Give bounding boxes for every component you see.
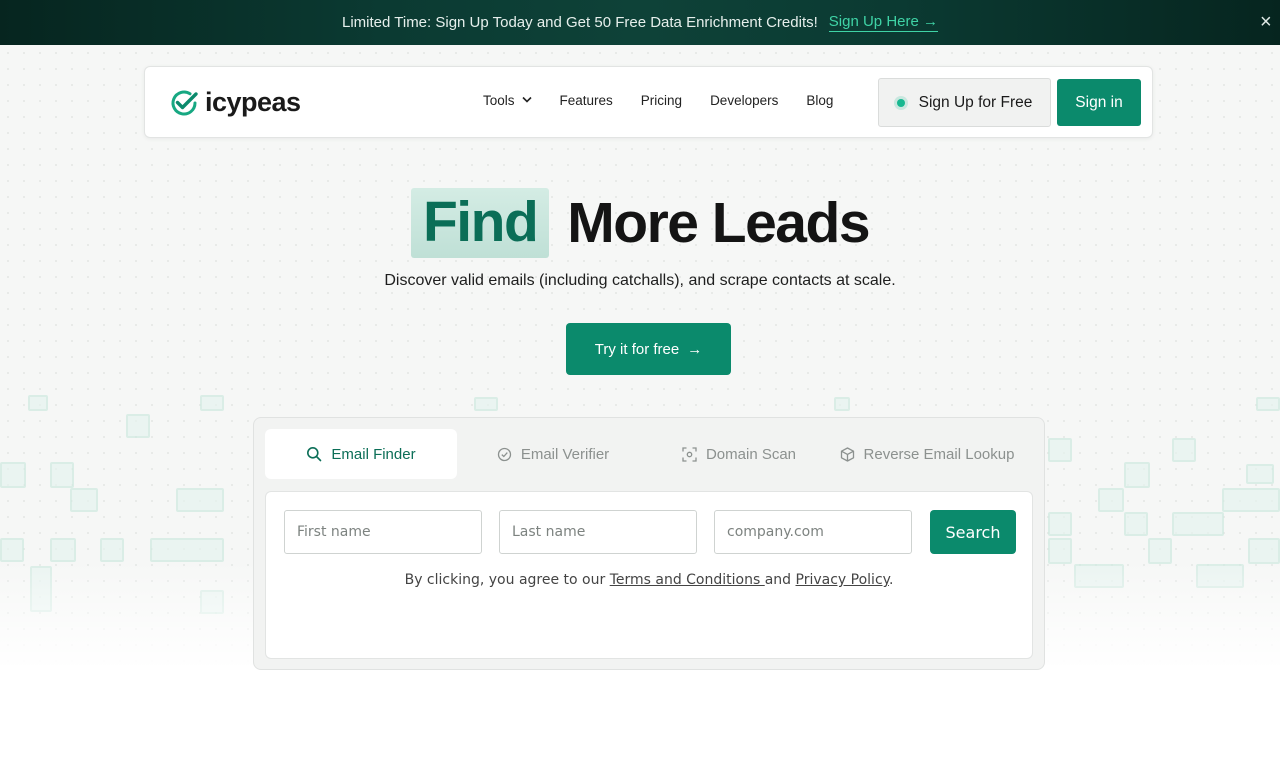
- nav-pricing[interactable]: Pricing: [641, 93, 682, 108]
- announcement-signup-link[interactable]: Sign Up Here →: [828, 13, 938, 32]
- tab-email-verifier[interactable]: Email Verifier: [457, 429, 649, 479]
- scan-icon: [682, 446, 697, 462]
- email-finder-panel: Search By clicking, you agree to our Ter…: [265, 491, 1033, 659]
- tab-email-verifier-label: Email Verifier: [520, 445, 610, 463]
- search-icon: [306, 446, 322, 462]
- terms-link[interactable]: Terms and Conditions: [610, 572, 765, 588]
- tab-domain-scan[interactable]: Domain Scan: [649, 429, 829, 479]
- terms-middle: and: [764, 572, 796, 588]
- privacy-policy-link[interactable]: Privacy Policy: [796, 572, 889, 588]
- terms-suffix: .: [888, 572, 894, 588]
- tool-tabs: Email Finder Email Verifier Domain Scan …: [265, 429, 1025, 479]
- signup-free-label: Sign Up for Free: [918, 93, 1033, 111]
- tab-email-finder[interactable]: Email Finder: [265, 429, 457, 479]
- nav-tools-label: Tools: [483, 93, 515, 108]
- announcement-bar: Limited Time: Sign Up Today and Get 50 F…: [0, 0, 1280, 45]
- logo-check-icon: [169, 88, 199, 118]
- signup-free-button[interactable]: Sign Up for Free: [878, 78, 1051, 127]
- nav-blog[interactable]: Blog: [806, 93, 833, 108]
- nav-developers[interactable]: Developers: [710, 93, 778, 108]
- terms-prefix: By clicking, you agree to our: [404, 572, 610, 588]
- first-name-input[interactable]: [284, 510, 482, 554]
- cube-icon: [840, 446, 855, 462]
- try-free-button[interactable]: Try it for free →: [566, 323, 731, 375]
- search-widget: Email Finder Email Verifier Domain Scan …: [253, 417, 1045, 670]
- tab-email-finder-label: Email Finder: [331, 445, 416, 463]
- tab-reverse-email-lookup[interactable]: Reverse Email Lookup: [829, 429, 1025, 479]
- hero-title-highlight: Find: [410, 188, 550, 258]
- status-dot-icon: [896, 98, 905, 107]
- close-icon[interactable]: ×: [1260, 10, 1280, 34]
- terms-notice: By clicking, you agree to our Terms and …: [266, 572, 1032, 588]
- nav-tools[interactable]: Tools: [483, 93, 532, 108]
- signin-button[interactable]: Sign in: [1057, 79, 1141, 126]
- arrow-right-icon: →: [687, 340, 703, 358]
- tab-reverse-email-lookup-label: Reverse Email Lookup: [863, 445, 1015, 463]
- last-name-input[interactable]: [499, 510, 697, 554]
- main-navbar: icypeas Tools Features Pricing Developer…: [144, 66, 1153, 138]
- hero-title-rest: More Leads: [567, 191, 870, 255]
- nav-links: Tools Features Pricing Developers Blog: [483, 93, 861, 108]
- tab-domain-scan-label: Domain Scan: [705, 445, 797, 463]
- check-circle-icon: [497, 447, 512, 462]
- logo[interactable]: icypeas: [169, 87, 301, 118]
- hero-subtitle: Discover valid emails (including catchal…: [384, 272, 896, 289]
- hero-title: Find More Leads: [0, 188, 1280, 258]
- logo-wordmark: icypeas: [205, 87, 301, 117]
- chevron-down-icon: [521, 95, 532, 106]
- nav-features[interactable]: Features: [560, 93, 613, 108]
- try-free-label: Try it for free: [594, 340, 680, 358]
- announcement-message: Limited Time: Sign Up Today and Get 50 F…: [342, 14, 818, 31]
- search-button[interactable]: Search: [930, 510, 1016, 554]
- company-domain-input[interactable]: [714, 510, 912, 554]
